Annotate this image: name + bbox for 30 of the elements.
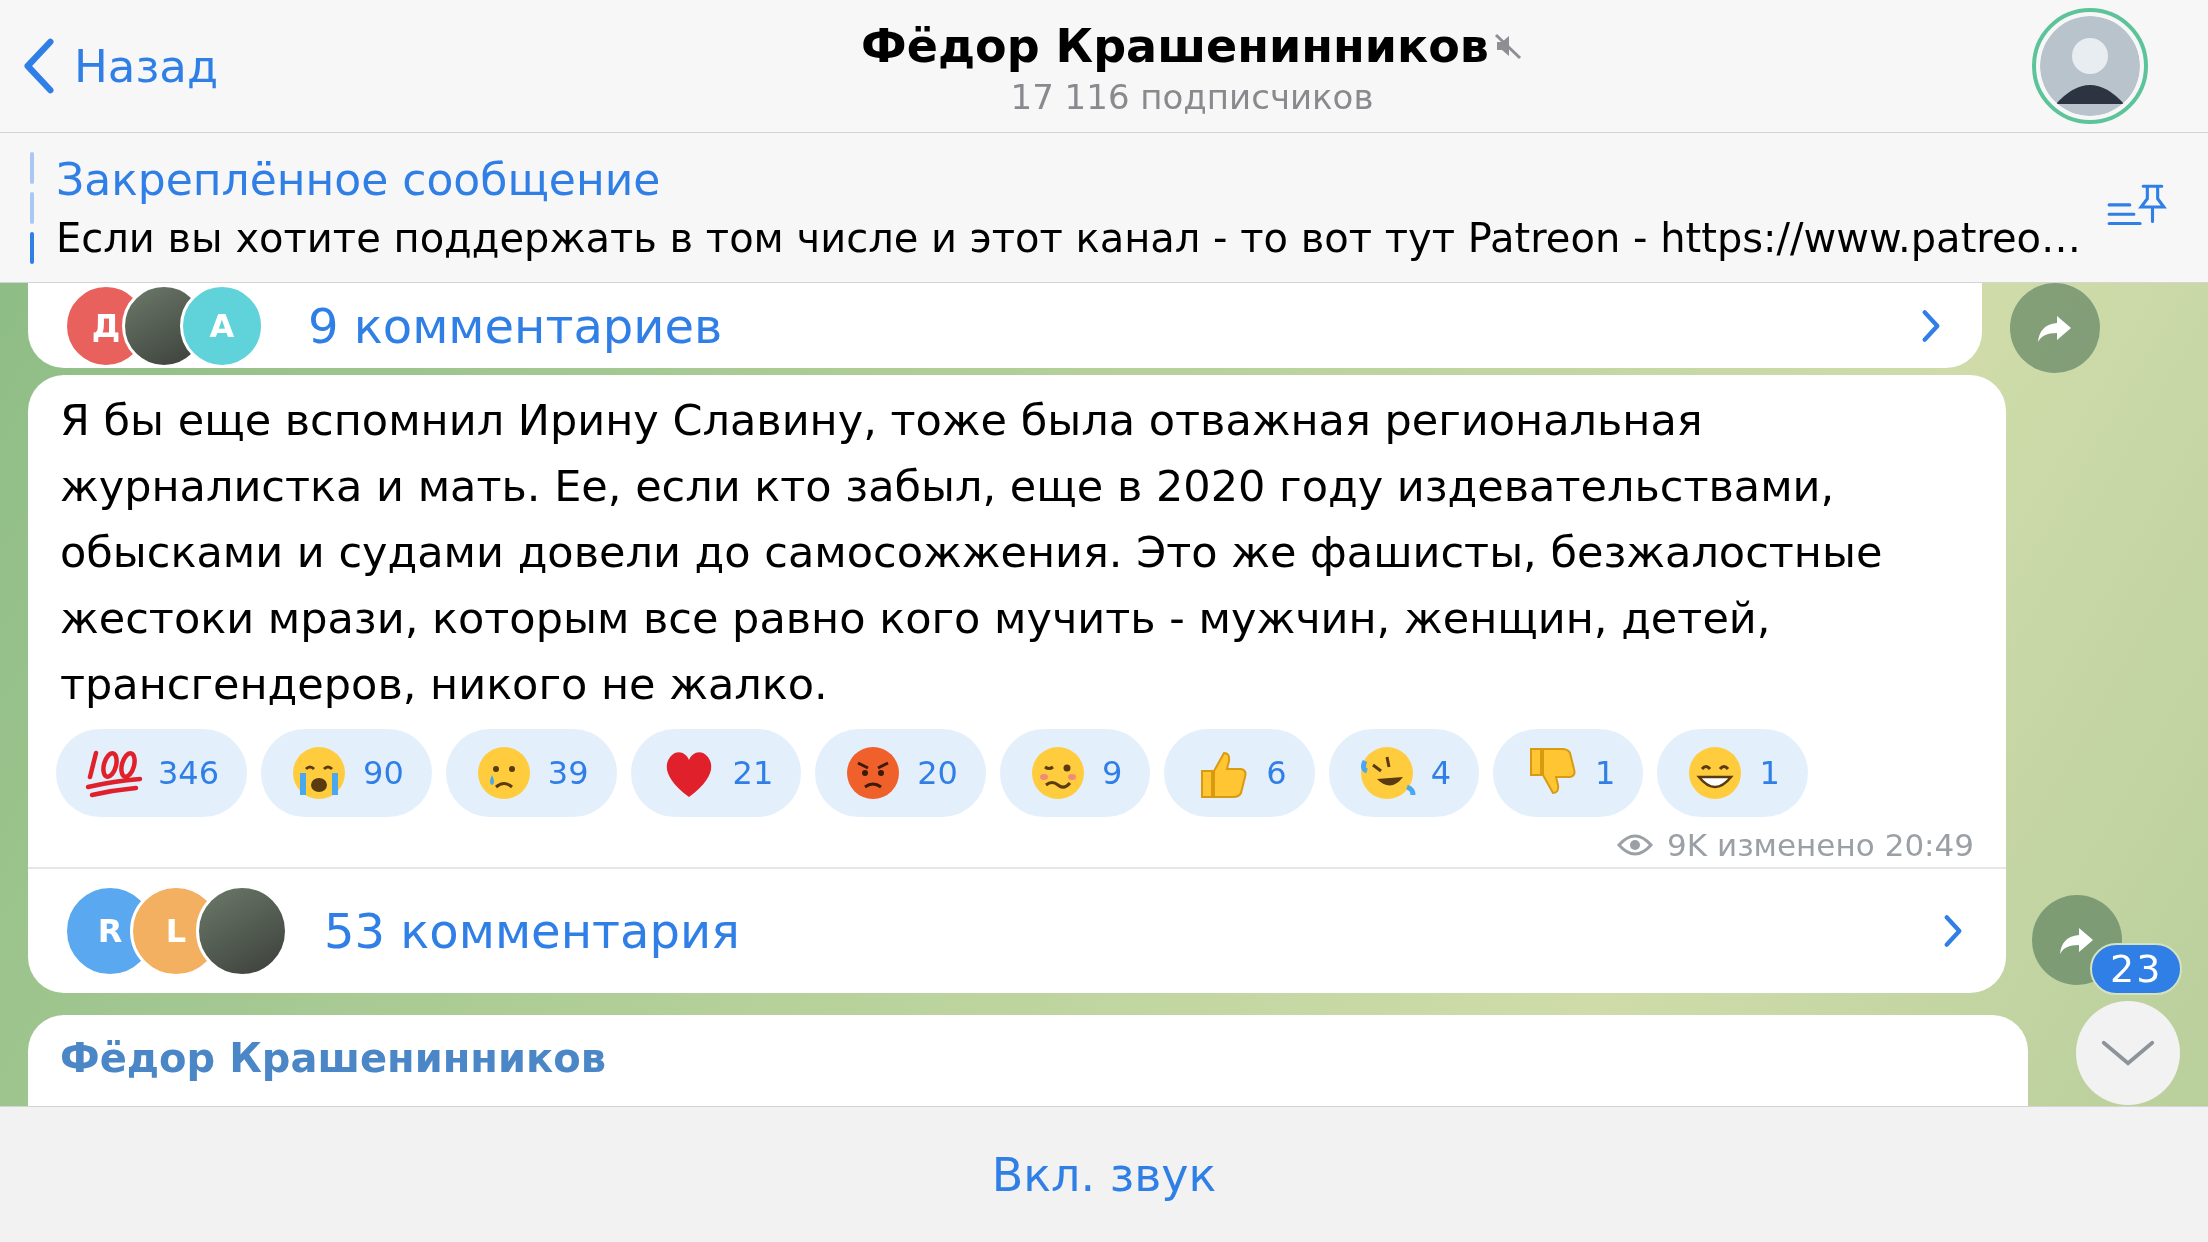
author-name[interactable]: Фёдор Крашенинников bbox=[60, 1035, 606, 1081]
reaction-button[interactable]: 20 bbox=[815, 729, 986, 817]
unmute-button[interactable]: Вкл. звук bbox=[985, 1146, 1223, 1203]
reaction-button[interactable]: 21 bbox=[630, 729, 802, 817]
reaction-button[interactable]: 6 bbox=[1164, 729, 1315, 817]
comments-link[interactable]: R L 53 комментария bbox=[28, 867, 2006, 993]
pinned-message-text[interactable]: Если вы хотите поддержать в том числе и этот канал - то вот тут Patreon - https://www.patreo… bbox=[56, 215, 2084, 261]
reaction-button[interactable]: 4 bbox=[1328, 729, 1480, 817]
reaction-button[interactable]: 90 bbox=[261, 729, 432, 817]
reaction-button[interactable]: 1 bbox=[1493, 729, 1644, 817]
chevron-right-icon bbox=[1942, 913, 1964, 949]
message-text: Я бы еще вспомнил Ирину Славину, тоже была отважная региональная журналистка и мать. Ее, если кто забыл, еще в 2020 году издевательствами, обысками и судами довели до самосожжения. Это же фашисты, безжалостные жестоки мрази, которым все равно кого мучить - мужчин, женщин, детей, трансгендеров, никого не жалко. bbox=[59, 394, 1884, 711]
edited-label: изменено bbox=[1717, 827, 1875, 863]
subscriber-count: 17 116 подписчиков bbox=[1010, 77, 1374, 117]
pinned-title[interactable]: Закреплённое сообщение bbox=[56, 154, 2084, 205]
view-count: 9K bbox=[1666, 827, 1707, 863]
eye-icon bbox=[1616, 833, 1653, 857]
back-chevron-icon bbox=[22, 36, 56, 96]
reaction-button[interactable]: 9 bbox=[999, 729, 1151, 817]
back-button[interactable]: Назад bbox=[22, 36, 352, 96]
chevron-down-icon bbox=[2100, 1039, 2156, 1067]
channel-title: Фёдор Крашенинников bbox=[861, 19, 1489, 73]
comments-bar[interactable]: Д А 9 комментариев bbox=[28, 283, 1982, 368]
message-time: 20:49 bbox=[1884, 827, 1974, 863]
reaction-button[interactable]: 1 bbox=[1657, 729, 1808, 817]
chevron-right-icon bbox=[1920, 307, 1942, 344]
channel-avatar[interactable] bbox=[2032, 8, 2148, 124]
reaction-button[interactable]: 39 bbox=[445, 729, 617, 817]
reaction-button[interactable]: 346 bbox=[56, 729, 248, 817]
unread-badge: 23 bbox=[2090, 943, 2183, 995]
